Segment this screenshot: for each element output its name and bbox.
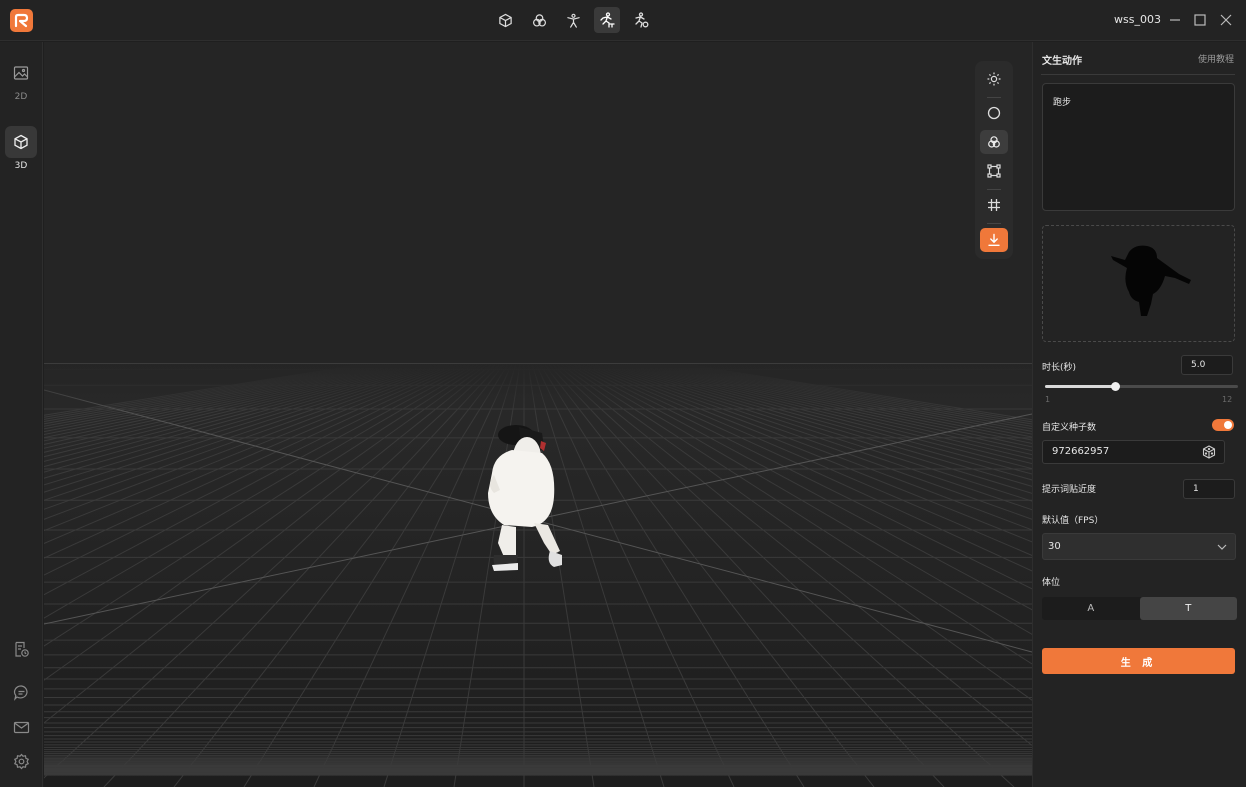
nav-item-2d[interactable]: 2D	[4, 57, 38, 102]
slider-max-label: 12	[1222, 395, 1233, 404]
motion-preview	[1042, 225, 1235, 342]
text-to-motion-panel: 文生动作 使用教程 跑步 时长(秒) 5.0 1 12 自定义种子数 97266…	[1032, 42, 1246, 787]
3d-viewport[interactable]	[44, 42, 1032, 787]
fps-label: 默认值（FPS）	[1042, 516, 1104, 526]
rig-skeleton-icon[interactable]	[560, 7, 586, 33]
three-circles-icon[interactable]	[526, 7, 552, 33]
slider-fill	[1045, 385, 1116, 388]
frame-icon[interactable]	[980, 159, 1008, 183]
seed-value: 972662957	[1052, 446, 1110, 457]
slider-min-label: 1	[1045, 395, 1051, 404]
tutorial-link[interactable]: 使用教程	[1198, 52, 1234, 65]
mode-switcher	[492, 7, 654, 33]
pose-option-a[interactable]: A	[1042, 597, 1140, 620]
app-window: wss_003 2D 3D 文生动作 使用教程 跑步 时长(秒) 5.0 1 1…	[0, 0, 1246, 787]
character-silhouette	[1111, 245, 1191, 316]
duration-input[interactable]: 5.0	[1181, 355, 1233, 375]
cube-icon	[5, 126, 37, 158]
material-icon[interactable]	[980, 130, 1008, 154]
app-logo	[10, 9, 33, 32]
prompt-adherence-label: 提示词贴近度	[1042, 485, 1097, 495]
title-bar: wss_003	[0, 0, 1246, 41]
fps-value: 30	[1048, 541, 1061, 552]
prompt-textarea[interactable]: 跑步	[1042, 83, 1235, 211]
divider	[1041, 74, 1235, 75]
nav-label-3d: 3D	[14, 161, 28, 171]
task-list-icon[interactable]	[11, 639, 31, 659]
download-icon[interactable]	[980, 228, 1008, 252]
custom-seed-toggle[interactable]	[1212, 419, 1234, 431]
video-motion-icon[interactable]	[628, 7, 654, 33]
minimize-icon[interactable]	[1167, 12, 1183, 28]
prompt-adherence-input[interactable]: 1	[1183, 479, 1235, 499]
nav-label-2d: 2D	[14, 92, 28, 102]
settings-icon[interactable]	[11, 751, 31, 771]
lighting-icon[interactable]	[980, 67, 1008, 91]
nav-item-3d[interactable]: 3D	[4, 126, 38, 171]
sphere-icon[interactable]	[980, 101, 1008, 125]
pose-label: 体位	[1042, 578, 1061, 588]
fps-select[interactable]: 30	[1042, 533, 1236, 560]
duration-slider[interactable]	[1045, 382, 1238, 391]
maximize-icon[interactable]	[1192, 12, 1208, 28]
prompt-text: 跑步	[1053, 98, 1072, 108]
seed-input[interactable]: 972662957	[1042, 440, 1225, 464]
viewport-toolbar	[975, 61, 1013, 259]
3d-character-model[interactable]	[464, 415, 594, 580]
mail-icon[interactable]	[11, 717, 31, 737]
text-motion-icon[interactable]	[594, 7, 620, 33]
chevron-down-icon	[1217, 544, 1227, 550]
close-icon[interactable]	[1218, 12, 1234, 28]
duration-label: 时长(秒)	[1042, 363, 1077, 373]
left-nav: 2D 3D	[0, 42, 43, 787]
dice-icon[interactable]	[1202, 445, 1216, 459]
pose-option-t[interactable]: T	[1139, 597, 1237, 620]
panel-title: 文生动作	[1042, 56, 1082, 67]
image-icon	[5, 57, 37, 89]
grid-icon[interactable]	[980, 193, 1008, 217]
cube-icon[interactable]	[492, 7, 518, 33]
generate-button[interactable]: 生 成	[1042, 648, 1235, 674]
pose-segmented-control: A T	[1042, 597, 1237, 620]
project-name: wss_003	[1114, 13, 1161, 26]
slider-handle[interactable]	[1111, 382, 1121, 391]
custom-seed-label: 自定义种子数	[1042, 423, 1097, 433]
chat-icon[interactable]	[11, 682, 31, 702]
